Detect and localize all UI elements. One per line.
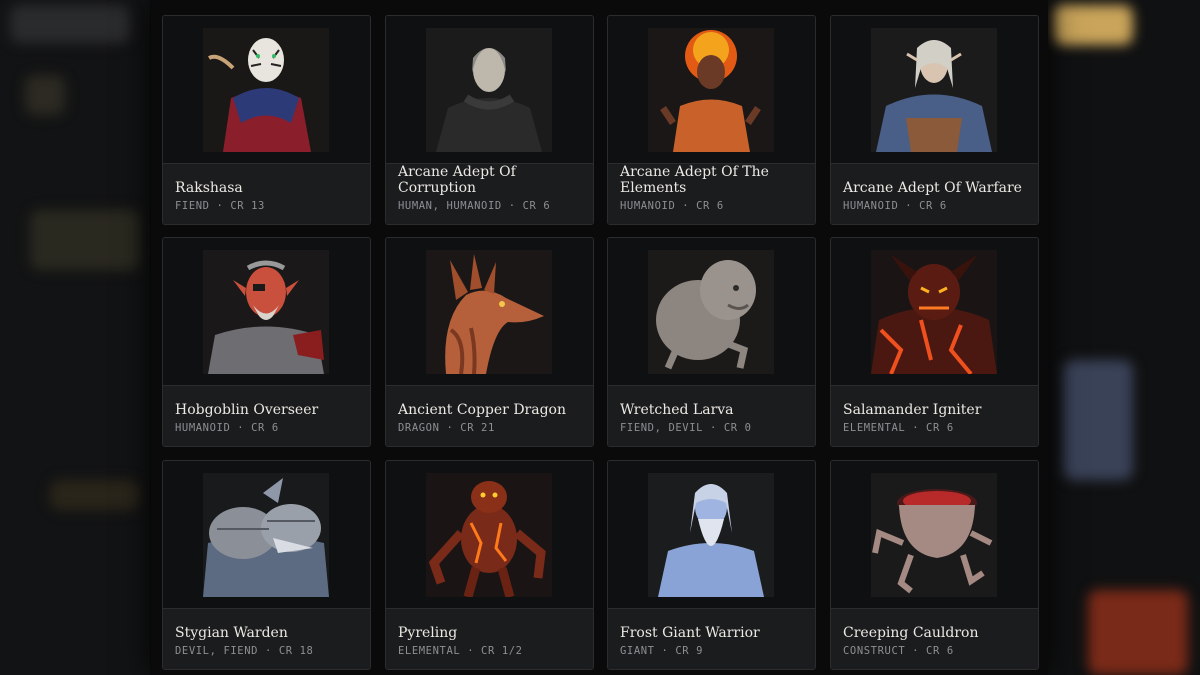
portrait-frame	[386, 238, 593, 386]
card-info: Hobgoblin Overseer HUMANOID · CR 6	[163, 385, 370, 446]
background-left-panel	[0, 0, 150, 675]
elf-warrior-portrait-icon	[871, 28, 997, 152]
monster-name: Arcane Adept Of Corruption	[398, 164, 516, 196]
monster-name: Wretched Larva	[620, 402, 734, 418]
portrait-frame	[386, 461, 593, 609]
portrait-frame	[831, 461, 1038, 609]
portrait-frame	[608, 16, 815, 164]
tiger-humanoid-portrait-icon	[203, 28, 329, 152]
monster-type-cr: FIEND, DEVIL · CR 0	[620, 422, 752, 434]
portrait-frame	[608, 238, 815, 386]
monster-card[interactable]: Stygian Warden DEVIL, FIEND · CR 18	[162, 460, 371, 670]
blurred-portrait	[1063, 360, 1133, 480]
card-info: Ancient Copper Dragon DRAGON · CR 21	[386, 385, 593, 446]
card-info: Frost Giant Warrior GIANT · CR 9	[608, 608, 815, 669]
monster-card[interactable]: Ancient Copper Dragon DRAGON · CR 21	[385, 237, 594, 447]
cauldron-creature-portrait-icon	[871, 473, 997, 597]
monster-name: Ancient Copper Dragon	[398, 402, 566, 418]
blurred-icon	[25, 75, 65, 115]
dragon-head-portrait-icon	[426, 250, 552, 374]
monster-name: Salamander Igniter	[843, 402, 982, 418]
background-right-panel	[1048, 0, 1200, 675]
monster-type-cr: FIEND · CR 13	[175, 200, 265, 212]
monster-card[interactable]: Arcane Adept Of Corruption HUMAN, HUMANO…	[385, 15, 594, 225]
card-info: Rakshasa FIEND · CR 13	[163, 163, 370, 224]
monster-type-cr: HUMAN, HUMANOID · CR 6	[398, 200, 551, 212]
blurred-panel	[30, 210, 140, 270]
portrait-frame	[831, 238, 1038, 386]
monster-card[interactable]: Pyreling ELEMENTAL · CR 1/2	[385, 460, 594, 670]
card-info: Arcane Adept Of Warfare HUMANOID · CR 6	[831, 163, 1038, 224]
monster-name: Pyreling	[398, 625, 458, 641]
monster-type-cr: ELEMENTAL · CR 1/2	[398, 645, 523, 657]
portrait-frame	[163, 238, 370, 386]
hobgoblin-portrait-icon	[203, 250, 329, 374]
portrait-frame	[163, 461, 370, 609]
fire-mage-portrait-icon	[648, 28, 774, 152]
monster-type-cr: GIANT · CR 9	[620, 645, 704, 657]
monster-type-cr: DRAGON · CR 21	[398, 422, 495, 434]
card-info: Salamander Igniter ELEMENTAL · CR 6	[831, 385, 1038, 446]
portrait-frame	[386, 16, 593, 164]
card-info: Creeping Cauldron CONSTRUCT · CR 6	[831, 608, 1038, 669]
card-info: Arcane Adept Of Corruption HUMAN, HUMANO…	[386, 163, 593, 224]
card-info: Pyreling ELEMENTAL · CR 1/2	[386, 608, 593, 669]
lava-demon-portrait-icon	[871, 250, 997, 374]
monster-name: Arcane Adept Of The Elements	[620, 164, 769, 196]
monster-name: Arcane Adept Of Warfare	[843, 180, 1022, 196]
portrait-frame	[608, 461, 815, 609]
monster-picker-grid: Rakshasa FIEND · CR 13 Arcane Adept Of C…	[151, 0, 1048, 675]
monster-name: Hobgoblin Overseer	[175, 402, 319, 418]
frost-giant-portrait-icon	[648, 473, 774, 597]
monster-name: Creeping Cauldron	[843, 625, 979, 641]
monster-card[interactable]: Arcane Adept Of Warfare HUMANOID · CR 6	[830, 15, 1039, 225]
card-info: Stygian Warden DEVIL, FIEND · CR 18	[163, 608, 370, 669]
monster-name: Stygian Warden	[175, 625, 288, 641]
blurred-portrait	[1088, 590, 1188, 675]
monster-type-cr: HUMANOID · CR 6	[620, 200, 724, 212]
monster-type-cr: ELEMENTAL · CR 6	[843, 422, 954, 434]
monster-card[interactable]: Rakshasa FIEND · CR 13	[162, 15, 371, 225]
armored-shark-portrait-icon	[203, 473, 329, 597]
monster-name: Frost Giant Warrior	[620, 625, 760, 641]
monster-card[interactable]: Hobgoblin Overseer HUMANOID · CR 6	[162, 237, 371, 447]
portrait-frame	[163, 16, 370, 164]
monster-type-cr: DEVIL, FIEND · CR 18	[175, 645, 314, 657]
monster-type-cr: HUMANOID · CR 6	[175, 422, 279, 434]
blurred-panel	[50, 480, 140, 510]
monster-card[interactable]: Arcane Adept Of The Elements HUMANOID · …	[607, 15, 816, 225]
monster-card[interactable]: Creeping Cauldron CONSTRUCT · CR 6	[830, 460, 1039, 670]
blurred-button	[1053, 5, 1133, 45]
blurred-logo	[10, 5, 130, 43]
monster-card[interactable]: Salamander Igniter ELEMENTAL · CR 6	[830, 237, 1039, 447]
hooded-elder-portrait-icon	[426, 28, 552, 152]
monster-card[interactable]: Frost Giant Warrior GIANT · CR 9	[607, 460, 816, 670]
portrait-frame	[831, 16, 1038, 164]
fire-imp-portrait-icon	[426, 473, 552, 597]
card-info: Wretched Larva FIEND, DEVIL · CR 0	[608, 385, 815, 446]
monster-name: Rakshasa	[175, 180, 243, 196]
monster-type-cr: CONSTRUCT · CR 6	[843, 645, 954, 657]
card-info: Arcane Adept Of The Elements HUMANOID · …	[608, 163, 815, 224]
monster-type-cr: HUMANOID · CR 6	[843, 200, 947, 212]
monster-card[interactable]: Wretched Larva FIEND, DEVIL · CR 0	[607, 237, 816, 447]
larva-portrait-icon	[648, 250, 774, 374]
